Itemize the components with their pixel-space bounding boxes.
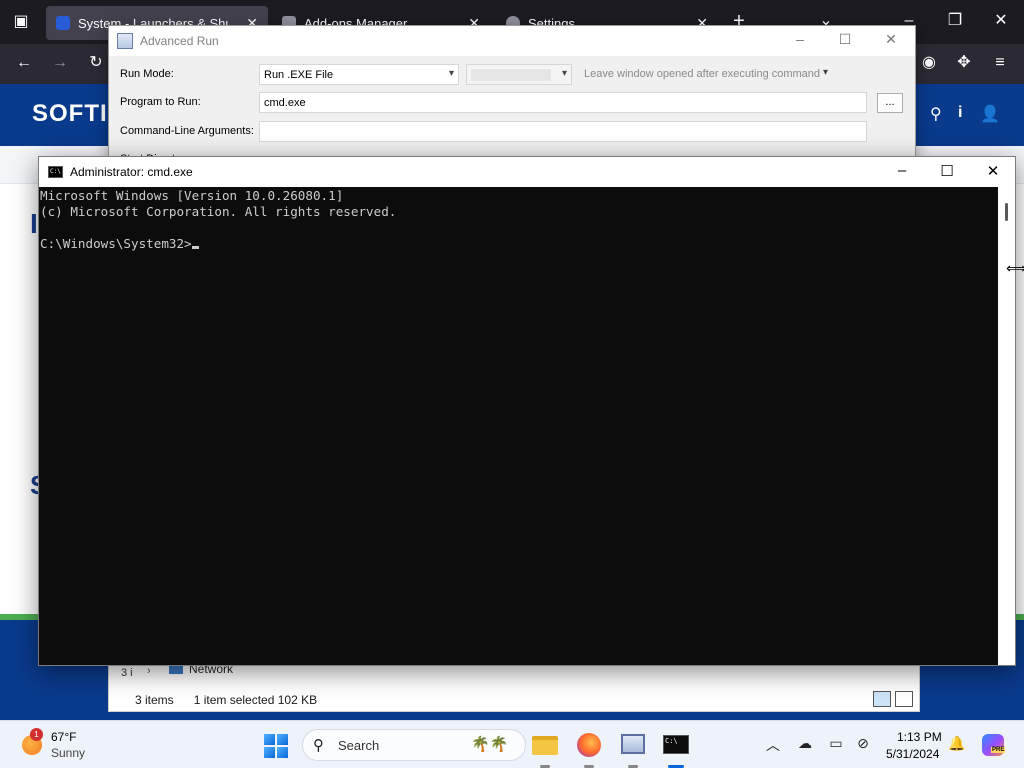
terminal-output[interactable]: Microsoft Windows [Version 10.0.26080.1]…	[39, 187, 999, 665]
terminal-line: Microsoft Windows [Version 10.0.26080.1]	[40, 188, 344, 203]
advanced-run-taskbar-button[interactable]	[618, 730, 648, 760]
maximize-icon[interactable]: ☐	[835, 31, 855, 48]
extensions-icon[interactable]: ✥	[953, 53, 975, 73]
text-cursor	[191, 246, 199, 249]
item-count-fragment: 3 i	[121, 667, 133, 679]
close-icon[interactable]: ✕	[982, 162, 1004, 180]
cmd-window: C:\ Administrator: cmd.exe – ☐ ✕ Microso…	[38, 156, 1016, 666]
program-input[interactable]: cmd.exe	[259, 92, 867, 113]
chevron-down-icon: ▾	[819, 67, 828, 78]
terminal-prompt: C:\Windows\System32>	[40, 236, 192, 251]
resize-cursor-icon: ⟺	[1006, 260, 1024, 276]
keep-window-option: Leave window opened after executing comm…	[584, 68, 821, 80]
folder-icon	[532, 736, 558, 755]
close-icon[interactable]: ✕	[990, 11, 1012, 31]
chevron-right-icon[interactable]: ›	[147, 665, 151, 677]
restore-icon[interactable]: ❐	[944, 11, 966, 31]
selection-info: 1 item selected 102 KB	[193, 693, 318, 707]
account-icon[interactable]: ◉	[918, 53, 940, 73]
search-placeholder: Search	[338, 738, 380, 753]
preview-badge: PRE	[991, 747, 1006, 753]
details-view-icon[interactable]	[873, 691, 891, 707]
back-icon[interactable]: ←	[13, 53, 35, 73]
scrollbar-thumb[interactable]	[1005, 203, 1008, 221]
taskbar-search[interactable]: ⚲ Search 🌴🌴	[302, 729, 526, 761]
site-logo[interactable]: SOFTI	[32, 100, 108, 128]
program-label: Program to Run:	[120, 96, 201, 108]
menu-icon[interactable]: ≡	[989, 53, 1011, 73]
windows-logo-tile	[264, 734, 275, 745]
weather-condition: Sunny	[51, 746, 86, 760]
advanced-run-icon	[621, 734, 645, 754]
search-icon: ⚲	[313, 737, 324, 754]
chevron-down-icon: ▾	[561, 68, 567, 79]
chevron-up-icon[interactable]: ︿	[763, 735, 783, 755]
notification-badge: 1	[30, 728, 43, 741]
program-value: cmd.exe	[264, 97, 306, 109]
vertical-scrollbar[interactable]	[998, 187, 1015, 665]
display-icon[interactable]: ▭	[826, 735, 846, 752]
run-mode-value: Run .EXE File	[264, 69, 334, 81]
window-title: Administrator: cmd.exe	[70, 165, 193, 179]
terminal-prompt-line: C:\Windows\System32>	[40, 236, 999, 252]
weather-temperature: 67°F	[51, 730, 77, 744]
windows-logo-tile	[264, 747, 275, 758]
cmd-titlebar[interactable]: C:\ Administrator: cmd.exe – ☐ ✕	[39, 157, 1015, 187]
clock-date[interactable]: 5/31/2024	[886, 747, 939, 761]
info-icon[interactable]: i	[958, 104, 962, 122]
taskbar: 1 67°F Sunny ⚲ Search 🌴🌴 C:\ ︿ ☁ ▭ ⊘ 1:1…	[0, 720, 1024, 768]
page-heading-fragment: I	[30, 208, 38, 239]
explorer-status-bar: 3 items 1 item selected 102 KB	[135, 687, 919, 713]
firefox-taskbar-button[interactable]	[574, 730, 604, 760]
window-title: Advanced Run	[140, 34, 219, 48]
browse-button[interactable]: ...	[877, 93, 903, 113]
terminal-line: (c) Microsoft Corporation. All rights re…	[40, 204, 397, 219]
terminal-icon: C:\	[663, 735, 689, 754]
file-explorer-taskbar-button[interactable]	[530, 730, 560, 760]
advanced-run-titlebar[interactable]: Advanced Run – ☐ ✕	[109, 26, 915, 56]
windows-logo-tile	[277, 747, 288, 758]
clock-time[interactable]: 1:13 PM	[897, 730, 942, 744]
user-icon[interactable]: 👤	[980, 104, 1000, 124]
chevron-down-icon: ▾	[448, 68, 454, 79]
search-icon[interactable]: ⚲	[930, 104, 942, 124]
reload-icon[interactable]: ↻	[85, 53, 107, 73]
run-mode-label: Run Mode:	[120, 68, 174, 80]
minimize-icon[interactable]: –	[790, 31, 810, 47]
cmd-taskbar-button[interactable]: C:\	[661, 730, 691, 760]
advanced-run-app-icon	[117, 33, 133, 49]
tab-overview-icon[interactable]: ▣	[10, 12, 32, 32]
notification-bell-icon[interactable]: 🔔	[947, 735, 967, 752]
advanced-run-window: Advanced Run – ☐ ✕ Run Mode: Run .EXE Fi…	[108, 25, 916, 165]
item-count: 3 items	[135, 693, 174, 707]
maximize-icon[interactable]: ☐	[936, 162, 958, 180]
search-highlight-icon: 🌴🌴	[471, 736, 509, 753]
keep-window-select[interactable]: Leave window opened after executing comm…	[580, 64, 832, 85]
run-mode-select[interactable]: Run .EXE File ▾	[259, 64, 459, 85]
minimize-icon[interactable]: –	[891, 162, 913, 179]
disabled-fill	[471, 69, 551, 81]
windows-logo-tile	[277, 734, 288, 745]
args-input[interactable]	[259, 121, 867, 142]
close-icon[interactable]: ✕	[881, 31, 901, 48]
site-favicon-icon	[56, 16, 70, 30]
firefox-icon	[577, 733, 601, 757]
cloud-offline-icon[interactable]: ☁	[795, 735, 815, 752]
terminal-icon: C:\	[48, 166, 63, 178]
network-offline-icon[interactable]: ⊘	[853, 735, 873, 752]
start-button[interactable]	[264, 734, 288, 758]
forward-icon[interactable]: →	[49, 53, 71, 73]
args-label: Command-Line Arguments:	[120, 125, 254, 137]
tiles-view-icon[interactable]	[895, 691, 913, 707]
secondary-select[interactable]: ▾	[466, 64, 572, 85]
